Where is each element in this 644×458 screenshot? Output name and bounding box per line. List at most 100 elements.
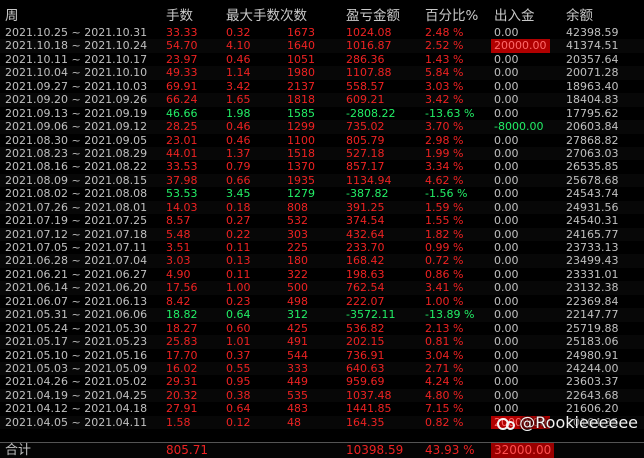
header-percent[interactable]: 百分比% xyxy=(425,4,478,24)
table-row[interactable]: 2021.08.02 ~ 2021.08.08 53.53 3.45 1279 -387… xyxy=(0,187,644,200)
table-row[interactable]: 2021.08.23 ~ 2021.08.29 44.01 1.37 1518 527.… xyxy=(0,146,644,161)
cell-max-hands: 0.66 xyxy=(226,173,251,187)
cell-percent: 1.55 % xyxy=(425,214,464,228)
cell-profit-loss: -2808.22 xyxy=(346,106,396,120)
table-row[interactable]: 2021.06.14 ~ 2021.06.20 17.56 1.00 500 762.5… xyxy=(0,281,644,295)
header-profit-loss[interactable]: 盈亏金额 xyxy=(346,4,400,24)
table-row[interactable]: 2021.07.05 ~ 2021.07.11 3.51 0.11 225 233.70… xyxy=(0,241,644,254)
cell-percent: 3.34 % xyxy=(425,160,464,174)
table-row[interactable]: 2021.10.11 ~ 2021.10.17 23.97 0.46 1051 286.… xyxy=(0,53,644,66)
table-row[interactable]: 2021.10.25 ~ 2021.10.31 33.33 0.32 1673 1024… xyxy=(0,26,644,39)
cell-profit-loss: 1441.85 xyxy=(346,402,392,416)
table-row[interactable]: 2021.06.21 ~ 2021.06.27 4.90 0.11 322 198.63… xyxy=(0,268,644,281)
cell-cash-flow: 0.00 xyxy=(494,133,519,147)
cell-count: 1370 xyxy=(287,160,315,174)
table-row[interactable]: 2021.09.13 ~ 2021.09.19 46.66 1.98 1585 -280… xyxy=(0,107,644,120)
cell-balance: 20071.28 xyxy=(566,66,619,80)
cell-profit-loss: 391.25 xyxy=(346,200,385,214)
cell-cash-flow: 0.00 xyxy=(494,321,519,335)
watermark: @Rookieeeeee xyxy=(497,413,638,432)
cell-balance: 23499.43 xyxy=(566,254,619,268)
cell-max-hands: 0.46 xyxy=(226,52,251,66)
cell-balance: 24980.91 xyxy=(566,348,619,362)
cell-week: 2021.08.23 ~ 2021.08.29 xyxy=(5,146,148,160)
table-row[interactable]: 2021.10.04 ~ 2021.10.10 49.33 1.14 1980 1107… xyxy=(0,66,644,80)
table-row[interactable]: 2021.09.06 ~ 2021.09.12 28.25 0.46 1299 735.… xyxy=(0,120,644,134)
cell-week: 2021.09.27 ~ 2021.10.03 xyxy=(5,79,148,93)
table-row[interactable]: 2021.09.27 ~ 2021.10.03 69.91 3.42 2137 558.… xyxy=(0,80,644,93)
table-row[interactable]: 2021.09.20 ~ 2021.09.26 66.24 1.65 1818 609.… xyxy=(0,93,644,107)
cell-hands: 4.90 xyxy=(166,267,191,281)
cell-max-hands: 0.12 xyxy=(226,415,251,429)
cell-profit-loss: 198.63 xyxy=(346,267,385,281)
cell-hands: 17.70 xyxy=(166,348,198,362)
cell-count: 333 xyxy=(287,361,308,375)
cell-max-hands: 0.79 xyxy=(226,160,251,174)
total-hands: 805.71 xyxy=(166,443,208,457)
cell-week: 2021.07.05 ~ 2021.07.11 xyxy=(5,241,148,254)
header-cash-flow[interactable]: 出入金 xyxy=(494,4,535,24)
cell-hands: 18.27 xyxy=(166,321,198,335)
table-row[interactable]: 2021.05.31 ~ 2021.06.06 18.82 0.64 312 -3572… xyxy=(0,308,644,322)
cell-profit-loss: 1107.88 xyxy=(346,66,392,80)
cell-profit-loss: 959.69 xyxy=(346,375,385,389)
table-row[interactable]: 2021.07.26 ~ 2021.08.01 14.03 0.18 808 391.2… xyxy=(0,200,644,215)
table-row[interactable]: 2021.08.16 ~ 2021.08.22 33.53 0.79 1370 857.… xyxy=(0,160,644,173)
table-row[interactable]: 2021.07.12 ~ 2021.07.18 5.48 0.22 303 432.64… xyxy=(0,227,644,241)
header-week[interactable]: 周 xyxy=(5,4,19,24)
cell-hands: 66.24 xyxy=(166,93,198,107)
cell-max-hands: 0.11 xyxy=(226,241,251,254)
cell-profit-loss: 736.91 xyxy=(346,348,385,362)
table-row[interactable]: 2021.04.26 ~ 2021.05.02 29.31 0.95 449 959.6… xyxy=(0,375,644,388)
table-row[interactable]: 2021.06.07 ~ 2021.06.13 8.42 0.23 498 222.07… xyxy=(0,295,644,308)
table-row[interactable]: 2021.05.24 ~ 2021.05.30 18.27 0.60 425 536.8… xyxy=(0,322,644,335)
table-row[interactable]: 2021.05.03 ~ 2021.05.09 16.02 0.55 333 640.6… xyxy=(0,361,644,376)
table-row[interactable]: 2021.08.30 ~ 2021.09.05 23.01 0.46 1100 805.… xyxy=(0,134,644,147)
cell-week: 2021.09.06 ~ 2021.09.12 xyxy=(5,120,148,134)
table-row[interactable]: 2021.05.17 ~ 2021.05.23 25.83 1.01 491 202.1… xyxy=(0,335,644,349)
cell-profit-loss: 1016.87 xyxy=(346,39,392,53)
table-row[interactable]: 2021.04.19 ~ 2021.04.25 20.32 0.38 535 1037.… xyxy=(0,388,644,403)
cell-hands: 16.02 xyxy=(166,361,198,375)
table-row[interactable]: 2021.05.10 ~ 2021.05.16 17.70 0.37 544 736.9… xyxy=(0,349,644,362)
cell-balance: 22643.68 xyxy=(566,388,619,402)
cell-profit-loss: 1134.94 xyxy=(346,173,392,187)
cell-percent: 1.00 % xyxy=(425,294,464,308)
cell-hands: 23.01 xyxy=(166,133,198,147)
cell-percent: 1.43 % xyxy=(425,52,464,66)
cell-count: 180 xyxy=(287,254,308,268)
cell-balance: 24540.31 xyxy=(566,214,619,228)
table-row[interactable]: 2021.07.19 ~ 2021.07.25 8.57 0.27 532 374.54… xyxy=(0,214,644,227)
cell-hands: 37.98 xyxy=(166,173,198,187)
cell-profit-loss: 374.54 xyxy=(346,214,385,228)
cell-count: 491 xyxy=(287,335,308,349)
cell-week: 2021.06.07 ~ 2021.06.13 xyxy=(5,294,148,308)
total-percent: 43.93 % xyxy=(425,443,475,457)
table-row[interactable]: 2021.08.09 ~ 2021.08.15 37.98 0.66 1935 1134… xyxy=(0,173,644,188)
cell-hands: 14.03 xyxy=(166,200,198,214)
cell-profit-loss: 222.07 xyxy=(346,294,385,308)
cell-cash-flow: 0.00 xyxy=(494,375,519,389)
table-row[interactable]: 2021.10.18 ~ 2021.10.24 54.70 4.10 1640 1016… xyxy=(0,39,644,53)
cell-count: 1818 xyxy=(287,93,315,107)
cell-max-hands: 0.64 xyxy=(226,308,251,322)
cell-week: 2021.08.16 ~ 2021.08.22 xyxy=(5,160,148,174)
cell-max-hands: 0.22 xyxy=(226,227,251,241)
cell-percent: 4.62 % xyxy=(425,173,464,187)
cell-balance: 22369.84 xyxy=(566,294,619,308)
header-balance[interactable]: 余额 xyxy=(566,4,593,24)
cell-hands: 46.66 xyxy=(166,106,198,120)
cell-cash-flow: 0.00 xyxy=(494,241,519,254)
cell-percent: 2.52 % xyxy=(425,39,464,53)
header-max-hands[interactable]: 最大手数次数 xyxy=(226,4,307,24)
header-hands[interactable]: 手数 xyxy=(166,4,193,24)
table-row[interactable]: 2021.06.28 ~ 2021.07.04 3.03 0.13 180 168.42… xyxy=(0,254,644,268)
cell-balance: 22147.77 xyxy=(566,308,619,322)
total-label: 合计 xyxy=(5,443,32,458)
cell-profit-loss: -387.82 xyxy=(346,187,389,201)
cell-percent: 4.80 % xyxy=(425,388,464,402)
cell-balance: 25719.88 xyxy=(566,321,619,335)
cell-profit-loss: 233.70 xyxy=(346,241,385,254)
cell-profit-loss: 762.54 xyxy=(346,281,385,295)
cell-count: 532 xyxy=(287,214,308,228)
